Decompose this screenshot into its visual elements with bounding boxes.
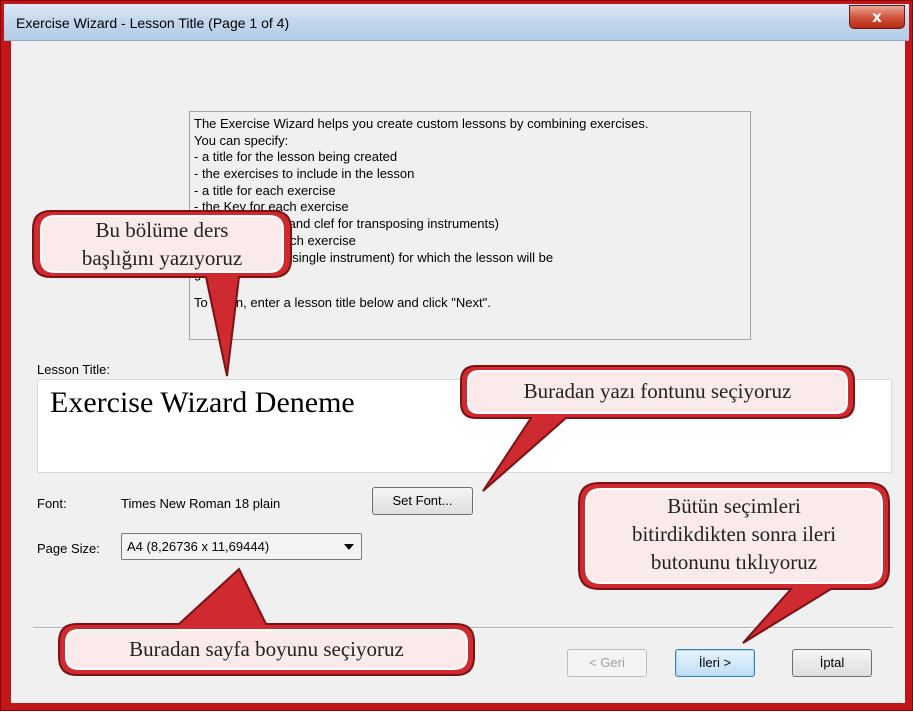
font-value: Times New Roman 18 plain: [121, 496, 281, 511]
close-button[interactable]: x: [849, 5, 905, 29]
intro-instruction: To begin, enter a lesson title below and…: [194, 294, 491, 310]
intro-line: You can specify:: [194, 132, 289, 148]
intro-line: The Exercise Wizard helps you create cus…: [194, 116, 649, 131]
callout-next-line: bitirdikdikten sonra ileri: [631, 522, 837, 546]
divider: [33, 627, 893, 629]
page-size-select[interactable]: A4 (8,26736 x 11,69444): [121, 533, 362, 560]
title-bar[interactable]: Exercise Wizard - Lesson Title (Page 1 o…: [4, 4, 909, 41]
callout-lesson-title-line: Bu bölüme ders: [95, 218, 229, 242]
page-size-label: Page Size:: [37, 541, 100, 556]
close-icon: x: [872, 8, 882, 26]
chevron-down-icon: [344, 544, 354, 550]
back-button[interactable]: < Geri: [567, 649, 647, 677]
window-frame: Exercise Wizard - Lesson Title (Page 1 o…: [0, 0, 913, 711]
callout-font-line: Buradan yazı fontunu seçiyoruz: [523, 379, 792, 403]
page-size-value: A4 (8,26736 x 11,69444): [127, 539, 270, 554]
font-label: Font:: [37, 496, 67, 511]
callout-next-line: butonunu tıklıyoruz: [650, 550, 818, 574]
lesson-title-label: Lesson Title:: [37, 362, 110, 377]
intro-line: - the Key for each exercise: [194, 199, 349, 215]
next-button[interactable]: İleri >: [675, 649, 755, 677]
callout-page-size-line: Buradan sayfa boyunu seçiyoruz: [129, 637, 404, 661]
callout-next-line: Bütün seçimleri: [667, 494, 801, 518]
set-font-button[interactable]: Set Font...: [372, 487, 473, 515]
callout-lesson-title-line: başlığını yazıyoruz: [81, 246, 243, 270]
wizard-body: The Exercise Wizard helps you create cus…: [11, 41, 905, 703]
intro-line: - the exercises to include in the lesson: [194, 166, 415, 182]
window-title: Exercise Wizard - Lesson Title (Page 1 o…: [16, 15, 290, 31]
intro-line: - a title for each exercise: [194, 182, 336, 198]
intro-line: - a title for the lesson being created: [194, 149, 398, 165]
cancel-button[interactable]: İptal: [792, 649, 872, 677]
